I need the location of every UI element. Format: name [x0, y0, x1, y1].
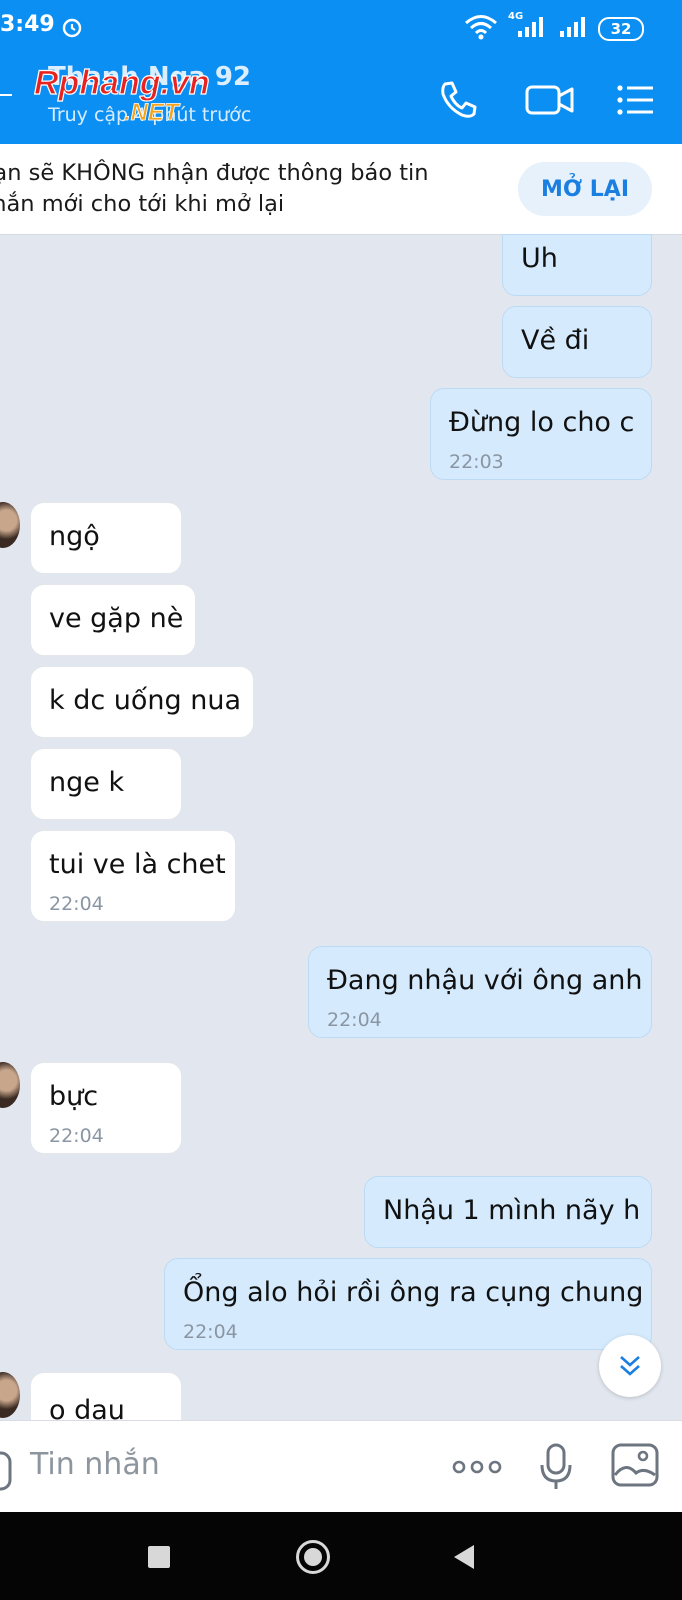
watermark-sub-text: .NET: [124, 99, 181, 124]
incoming-message[interactable]: ve gặp nè: [30, 584, 196, 656]
message-text: Đừng lo cho c: [449, 407, 635, 438]
outgoing-message[interactable]: Về đi: [502, 306, 652, 378]
message-input[interactable]: Tin nhắn: [30, 1447, 160, 1482]
video-call-icon[interactable]: [524, 78, 576, 126]
message-composer: Tin nhắn: [0, 1420, 682, 1513]
message-text: ve gặp nè: [49, 603, 184, 634]
outgoing-message[interactable]: Uh: [502, 234, 652, 296]
message-text: o dau: [49, 1395, 125, 1420]
message-time: 22:04: [327, 1009, 382, 1031]
network-type-label: 4G: [508, 11, 524, 22]
menu-list-icon[interactable]: [614, 78, 658, 126]
incoming-message[interactable]: o dau: [30, 1372, 182, 1420]
incoming-message[interactable]: tui ve là chet 22:04: [30, 830, 236, 922]
incoming-message[interactable]: nge k: [30, 748, 182, 820]
sticker-icon[interactable]: [0, 1451, 14, 1495]
system-navigation-bar: [0, 1512, 682, 1600]
signal-icon: [558, 15, 588, 43]
message-text: Đang nhậu với ông anh: [327, 965, 643, 996]
image-gallery-icon[interactable]: [610, 1441, 660, 1493]
watermark-logo: Rphang.vn .NET: [32, 60, 242, 126]
outgoing-message[interactable]: Nhậu 1 mình nãy h: [364, 1176, 652, 1248]
unmute-button[interactable]: MỞ LẠI: [518, 162, 652, 216]
double-chevron-down-icon: [620, 1356, 640, 1376]
home-icon[interactable]: [296, 1540, 330, 1574]
incoming-message[interactable]: k dc uống nua: [30, 666, 254, 738]
battery-icon: 32: [598, 17, 644, 41]
message-text: Ổng alo hỏi rồi ông ra cụng chung: [183, 1277, 644, 1308]
message-time: 22:03: [449, 451, 504, 473]
message-text: Về đi: [521, 325, 590, 356]
incoming-message[interactable]: ngộ: [30, 502, 182, 574]
status-bar: 3:49 4G 32: [0, 0, 682, 56]
chat-header: Thanh Nga 92 Truy cập 4 phút trước Rphan…: [0, 56, 682, 144]
message-text: ngộ: [49, 521, 100, 552]
message-text: k dc uống nua: [49, 685, 242, 716]
back-icon[interactable]: [452, 1544, 476, 1574]
wifi-icon: [464, 14, 498, 44]
contact-avatar[interactable]: [0, 1062, 20, 1108]
message-text: bực: [49, 1081, 99, 1112]
phone-call-icon[interactable]: [436, 78, 480, 126]
outgoing-message[interactable]: Đừng lo cho c 22:03: [430, 388, 652, 480]
outgoing-message[interactable]: Đang nhậu với ông anh 22:04: [308, 946, 652, 1038]
status-time: 3:49: [0, 12, 55, 37]
contact-avatar[interactable]: [0, 1372, 20, 1418]
microphone-icon[interactable]: [538, 1443, 574, 1495]
outgoing-message[interactable]: Ổng alo hỏi rồi ông ra cụng chung 22:04: [164, 1258, 652, 1350]
message-time: 22:04: [49, 893, 104, 915]
incoming-message[interactable]: bực 22:04: [30, 1062, 182, 1154]
back-arrow-icon[interactable]: [0, 94, 12, 96]
muted-notice-banner: Bạn sẽ KHÔNG nhận được thông báo tin nhắ…: [0, 144, 682, 235]
alarm-icon: [60, 15, 84, 43]
scroll-to-bottom-button[interactable]: [599, 1335, 661, 1397]
message-text: nge k: [49, 767, 125, 798]
recent-apps-icon[interactable]: [148, 1546, 170, 1568]
contact-avatar[interactable]: [0, 502, 20, 548]
more-options-icon[interactable]: [452, 1459, 502, 1479]
muted-notice-text: Bạn sẽ KHÔNG nhận được thông báo tin nhắ…: [0, 160, 429, 217]
message-text: Nhậu 1 mình nãy h: [383, 1195, 641, 1226]
battery-level: 32: [610, 20, 632, 38]
message-text: tui ve là chet: [49, 849, 226, 880]
signal-4g-icon: 4G: [508, 11, 548, 43]
message-time: 22:04: [183, 1321, 238, 1343]
message-text: Uh: [521, 243, 558, 274]
watermark-brand-text: Rphang.vn: [34, 64, 210, 102]
message-time: 22:04: [49, 1125, 104, 1147]
message-list[interactable]: Uh Về đi Đừng lo cho c 22:03 ngộ ve gặp …: [0, 234, 682, 1420]
